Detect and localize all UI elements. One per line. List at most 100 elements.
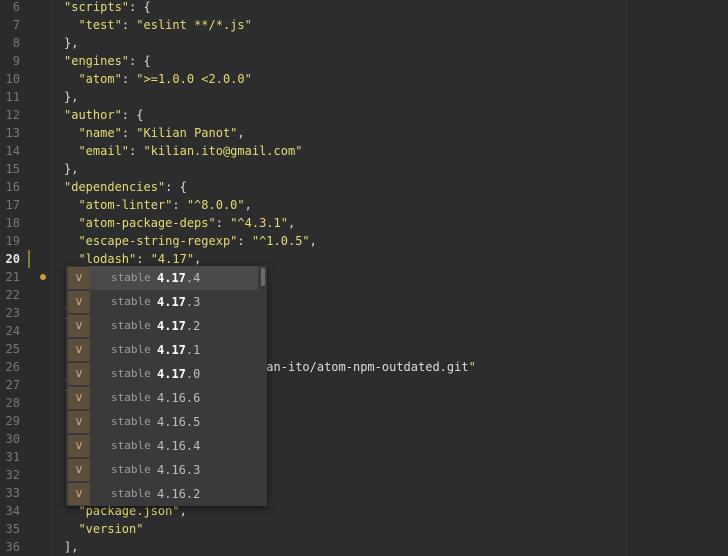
code-line[interactable]: 8}, (0, 34, 626, 52)
suggestion-version: 4.17.3 (157, 295, 201, 309)
code-line[interactable]: 10 "atom": ">=1.0.0 <2.0.0" (0, 70, 626, 88)
line-number: 30 (5, 432, 20, 446)
code-text: }, (64, 162, 79, 176)
line-number: 14 (5, 144, 20, 158)
autocomplete-popup[interactable]: v stable 4.16.2 v stable 4.16.3 v stable 4.16.4 v… (66, 266, 267, 506)
code-text: "atom": ">=1.0.0 <2.0.0" (78, 72, 252, 86)
suggestion-body[interactable]: stable 4.16.5 (90, 410, 258, 434)
suggestion-body[interactable]: stable 4.17.2 (90, 314, 258, 338)
version-type-icon: v (68, 291, 90, 313)
line-number: 28 (5, 396, 20, 410)
line-number: 16 (5, 180, 20, 194)
line-number: 7 (12, 18, 20, 32)
code-text: "email": "kilian.ito@gmail.com" (78, 144, 303, 158)
autocomplete-suggestion[interactable]: v stable 4.17.1 (66, 338, 267, 362)
suggestion-version: 4.16.6 (157, 391, 201, 405)
code-line[interactable]: 35 "version" (0, 520, 626, 538)
code-line[interactable]: 13 "name": "Kilian Panot", (0, 124, 626, 142)
autocomplete-suggestion[interactable]: v stable 4.17.3 (66, 290, 267, 314)
suggestion-body[interactable]: stable 4.16.2 (90, 482, 258, 506)
code-text: ], (64, 540, 79, 554)
suggestion-label: stable (111, 271, 151, 284)
autocomplete-suggestion[interactable]: v stable 4.16.5 (66, 410, 267, 434)
line-number: 27 (5, 378, 20, 392)
code-line[interactable]: 18 "atom-package-deps": "^4.3.1", (0, 214, 626, 232)
code-line[interactable]: 6 "scripts": { (0, 0, 626, 16)
suggestion-version: 4.17.0 (157, 367, 201, 381)
version-type-icon: v (68, 363, 90, 385)
code-text: "atom-linter": "^8.0.0", (78, 198, 252, 212)
suggestion-body[interactable]: stable 4.16.3 (90, 458, 258, 482)
code-line[interactable]: 19 "escape-string-regexp": "^1.0.5", (0, 232, 626, 250)
line-number: 17 (5, 198, 20, 212)
editor-right-area (627, 0, 728, 556)
suggestion-body[interactable]: stable 4.17.1 (90, 338, 258, 362)
code-line[interactable]: 15}, (0, 160, 626, 178)
line-number: 19 (5, 234, 20, 248)
git-modified-marker (28, 250, 30, 268)
line-number: 8 (12, 36, 20, 50)
linter-dot-icon (40, 274, 46, 280)
version-type-icon: v (68, 315, 90, 337)
code-line[interactable]: 16 "dependencies": { (0, 178, 626, 196)
suggestion-label: stable (111, 487, 151, 500)
line-number: 11 (5, 90, 20, 104)
version-type-icon: v (68, 267, 90, 289)
code-text: }, (64, 90, 79, 104)
suggestion-version: 4.16.4 (157, 439, 201, 453)
autocomplete-scrollbar[interactable] (261, 268, 265, 286)
code-line[interactable]: 12 "author": { (0, 106, 626, 124)
line-number: 36 (5, 540, 20, 554)
suggestion-version: 4.17.2 (157, 319, 201, 333)
autocomplete-suggestion[interactable]: v stable 4.16.2 (66, 482, 267, 506)
line-number: 34 (5, 504, 20, 518)
line-number: 13 (5, 126, 20, 140)
version-type-icon: v (68, 483, 90, 505)
code-line[interactable]: 36], (0, 538, 626, 556)
line-number: 10 (5, 72, 20, 86)
line-number: 29 (5, 414, 20, 428)
code-text: "name": "Kilian Panot", (78, 126, 245, 140)
suggestion-body[interactable]: stable 4.16.4 (90, 434, 258, 458)
suggestion-label: stable (111, 391, 151, 404)
suggestion-label: stable (111, 319, 151, 332)
line-number: 15 (5, 162, 20, 176)
suggestion-version: 4.17.4 (157, 271, 201, 285)
code-text: "dependencies": { (64, 180, 187, 194)
line-number: 33 (5, 486, 20, 500)
code-line[interactable]: 17 "atom-linter": "^8.0.0", (0, 196, 626, 214)
autocomplete-suggestion[interactable]: v stable 4.16.4 (66, 434, 267, 458)
suggestion-version: 4.17.1 (157, 343, 201, 357)
line-number: 35 (5, 522, 20, 536)
autocomplete-suggestion[interactable]: v stable 4.17.2 (66, 314, 267, 338)
suggestion-label: stable (111, 439, 151, 452)
line-number: 21 (5, 270, 20, 284)
suggestion-body[interactable]: stable 4.17.3 (90, 290, 258, 314)
suggestion-version: 4.16.5 (157, 415, 201, 429)
suggestion-label: stable (111, 367, 151, 380)
suggestion-label: stable (111, 343, 151, 356)
code-text: "scripts": { (64, 0, 151, 14)
suggestion-version: 4.16.2 (157, 487, 201, 501)
suggestion-body[interactable]: stable 4.17.4 (90, 266, 258, 290)
autocomplete-suggestion[interactable]: v stable 4.17.4 (66, 266, 267, 290)
line-number: 18 (5, 216, 20, 230)
autocomplete-suggestion[interactable]: v stable 4.16.3 (66, 458, 267, 482)
line-number: 26 (5, 360, 20, 374)
version-type-icon: v (68, 339, 90, 361)
autocomplete-suggestion[interactable]: v stable 4.17.0 (66, 362, 267, 386)
suggestion-body[interactable]: stable 4.17.0 (90, 362, 258, 386)
code-line[interactable]: 11}, (0, 88, 626, 106)
suggestion-label: stable (111, 415, 151, 428)
suggestion-label: stable (111, 463, 151, 476)
code-line[interactable]: 7 "test": "eslint **/*.js" (0, 16, 626, 34)
code-line[interactable]: 14 "email": "kilian.ito@gmail.com" (0, 142, 626, 160)
suggestion-body[interactable]: stable 4.16.6 (90, 386, 258, 410)
line-number: 31 (5, 450, 20, 464)
suggestion-version: 4.16.3 (157, 463, 201, 477)
autocomplete-suggestion[interactable]: v stable 4.16.6 (66, 386, 267, 410)
version-type-icon: v (68, 435, 90, 457)
line-number: 32 (5, 468, 20, 482)
code-text: }, (64, 36, 79, 50)
code-line[interactable]: 9 "engines": { (0, 52, 626, 70)
